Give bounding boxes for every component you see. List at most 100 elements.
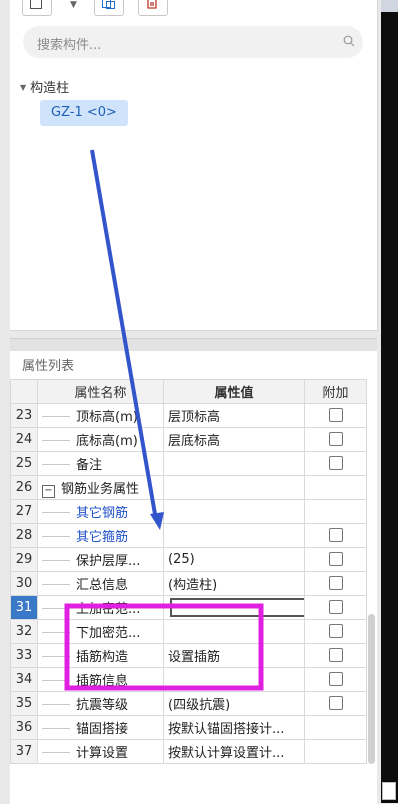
table-row[interactable]: 24 底标高(m) 层底标高 [10, 427, 367, 452]
property-name: 插筋信息 [37, 667, 164, 692]
table-row[interactable]: 26− 钢筋业务属性 [10, 475, 367, 500]
add-cell [304, 547, 367, 572]
row-number[interactable]: 26 [10, 475, 38, 500]
property-name: 上加密范... [37, 595, 164, 620]
table-row[interactable]: 28 其它箍筋 [10, 523, 367, 548]
property-value[interactable]: 按默认计算设置计... [163, 739, 305, 764]
search-input[interactable]: 搜索构件... [37, 34, 101, 53]
row-number[interactable]: 24 [10, 427, 38, 452]
add-checkbox[interactable] [328, 455, 343, 470]
table-row[interactable]: 32 下加密范... [10, 619, 367, 644]
row-number[interactable]: 27 [10, 499, 38, 524]
copy-button[interactable] [94, 0, 124, 16]
row-number[interactable]: 35 [10, 691, 38, 716]
properties-panel: 属性列表 属性名称 属性值 附加 23 顶标高(m) 层顶标高 24 底标高(m) 层底标… [10, 338, 377, 804]
property-name-text: 顶标高(m) [76, 410, 138, 425]
panel-title: 属性列表 [22, 359, 75, 374]
row-number[interactable]: 28 [10, 523, 38, 548]
add-checkbox[interactable] [328, 407, 343, 422]
property-value[interactable]: 按默认锚固搭接计... [163, 715, 305, 740]
tree-node-root[interactable]: ▼ 构造柱 [20, 77, 69, 96]
add-cell [304, 499, 367, 524]
viewport-corner-icon [382, 782, 396, 800]
tree-line [42, 680, 70, 681]
table-row[interactable]: 31 上加密范... [10, 595, 367, 620]
property-name: 其它箍筋 [37, 523, 164, 548]
panel-splitter[interactable] [10, 339, 377, 351]
table-row[interactable]: 27 其它钢筋 [10, 499, 367, 524]
table-row[interactable]: 23 顶标高(m) 层顶标高 [10, 403, 367, 428]
add-cell [304, 595, 367, 620]
add-checkbox[interactable] [328, 647, 343, 662]
add-checkbox[interactable] [328, 623, 343, 638]
row-number[interactable]: 33 [10, 643, 38, 668]
caret-down-icon[interactable]: ▼ [20, 83, 26, 92]
add-checkbox[interactable] [328, 575, 343, 590]
row-number[interactable]: 37 [10, 739, 38, 764]
add-checkbox[interactable] [328, 599, 343, 614]
tree-line [42, 560, 70, 561]
property-value[interactable] [163, 667, 305, 692]
search-icon[interactable] [343, 35, 355, 47]
add-checkbox[interactable] [328, 671, 343, 686]
property-value[interactable] [163, 523, 305, 548]
component-tree-panel: ▼ 搜索构件... ▼ 构造柱 GZ-1 <0> [10, 0, 378, 331]
header-value[interactable]: 属性值 [163, 379, 305, 404]
property-name-text: 汇总信息 [76, 578, 129, 593]
add-checkbox[interactable] [328, 695, 343, 710]
add-checkbox[interactable] [328, 431, 343, 446]
property-value[interactable]: 设置插筋 [163, 643, 305, 668]
property-value[interactable]: 层顶标高 [163, 403, 305, 428]
property-name-text: 保护层厚... [76, 554, 141, 569]
table-row[interactable]: 37 计算设置 按默认计算设置计... [10, 739, 367, 764]
property-value[interactable]: (25) [163, 547, 305, 572]
row-number[interactable]: 32 [10, 619, 38, 644]
property-value[interactable] [163, 475, 305, 500]
row-number[interactable]: 34 [10, 667, 38, 692]
property-name: 下加密范... [37, 619, 164, 644]
header-name[interactable]: 属性名称 [37, 379, 164, 404]
table-row[interactable]: 34 插筋信息 [10, 667, 367, 692]
property-value[interactable] [163, 451, 305, 476]
row-number[interactable]: 31 [10, 595, 38, 620]
property-value[interactable]: (构造柱) [163, 571, 305, 596]
search-box[interactable]: 搜索构件... [23, 26, 363, 58]
tree-item-selected[interactable]: GZ-1 <0> [40, 100, 128, 126]
tree-line [42, 512, 70, 513]
header-add[interactable]: 附加 [304, 379, 367, 404]
value-editor-input[interactable] [170, 598, 304, 617]
table-row[interactable]: 36 锚固搭接 按默认锚固搭接计... [10, 715, 367, 740]
add-checkbox[interactable] [328, 527, 343, 542]
row-number[interactable]: 29 [10, 547, 38, 572]
delete-button[interactable] [138, 0, 168, 16]
row-number[interactable]: 25 [10, 451, 38, 476]
table-row[interactable]: 25 备注 [10, 451, 367, 476]
row-number[interactable]: 36 [10, 715, 38, 740]
property-name: − 钢筋业务属性 [37, 475, 164, 500]
property-name-text: 插筋信息 [76, 674, 129, 689]
property-value[interactable] [163, 595, 305, 620]
expand-collapse-icon[interactable]: − [42, 484, 55, 498]
property-name-text: 备注 [76, 458, 103, 473]
add-cell [304, 667, 367, 692]
property-value[interactable]: 层底标高 [163, 427, 305, 452]
row-number[interactable]: 30 [10, 571, 38, 596]
table-row[interactable]: 29 保护层厚... (25) [10, 547, 367, 572]
dropdown-arrow-icon[interactable]: ▼ [70, 0, 77, 10]
table-row[interactable]: 35 抗震等级 (四级抗震) [10, 691, 367, 716]
property-name: 汇总信息 [37, 571, 164, 596]
table-header: 属性名称 属性值 附加 [10, 379, 367, 404]
property-value[interactable] [163, 499, 305, 524]
table-row[interactable]: 33 插筋构造 设置插筋 [10, 643, 367, 668]
add-cell [304, 691, 367, 716]
new-component-button[interactable] [22, 0, 52, 16]
property-name-text: 其它钢筋 [76, 506, 129, 521]
property-name: 备注 [37, 451, 164, 476]
scrollbar-thumb[interactable] [368, 614, 375, 764]
property-value[interactable] [163, 619, 305, 644]
table-row[interactable]: 30 汇总信息 (构造柱) [10, 571, 367, 596]
property-value[interactable]: (四级抗震) [163, 691, 305, 716]
tree-line [42, 656, 70, 657]
row-number[interactable]: 23 [10, 403, 38, 428]
add-checkbox[interactable] [328, 551, 343, 566]
